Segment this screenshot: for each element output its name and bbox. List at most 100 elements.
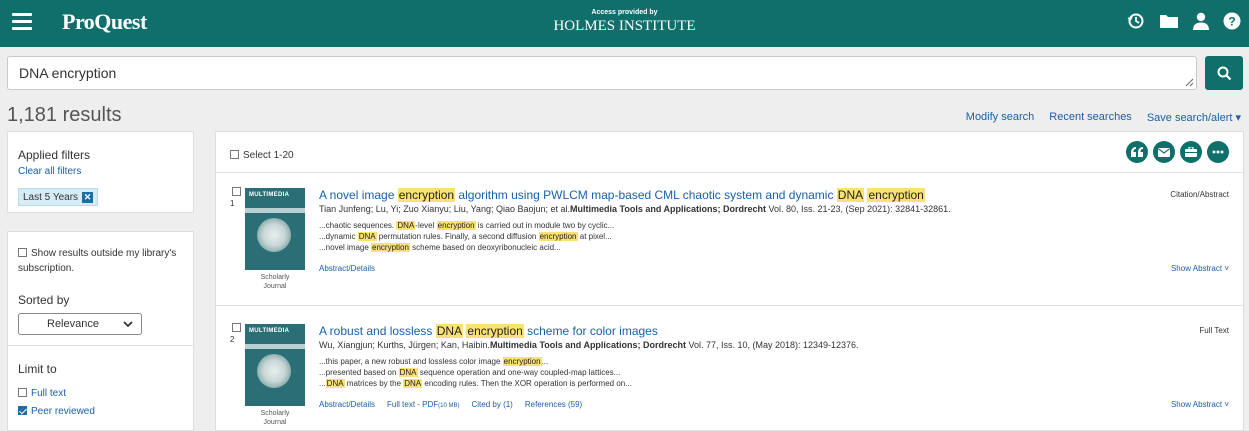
result-checkbox[interactable] [232,187,241,196]
show-abstract-link[interactable]: Show Abstract ˅ [1171,400,1229,409]
doc-type-b: Journal [263,419,287,426]
doc-type: Scholarly Journal [245,273,305,291]
result-snippets: ...this paper, a new robust and lossless… [319,356,632,389]
title-part: algorithm using PWLCM map-based CML chao… [455,188,837,202]
svg-text:?: ? [1228,15,1235,29]
filter-chip-label: Last 5 Years [23,191,79,203]
top-bar: ProQuest Access provided by HOLMES INSTI… [0,0,1249,47]
snippet-text: scheme based on deoxyribonucleic acid... [409,243,561,252]
references-link[interactable]: References (59) [525,400,582,409]
limit-peer-label: Peer reviewed [31,406,95,417]
snippet: ...this paper, a new robust and lossless… [319,356,632,367]
snippet-text: permutation rules. Finally, a second dif… [376,232,539,241]
history-icon[interactable] [1127,12,1145,30]
sidebar-divider [8,345,193,346]
save-button[interactable] [1180,141,1202,163]
snippet-text: ... [319,379,326,388]
result-links: Abstract/Details [319,264,375,273]
snippet-text: sequence operation and one-way coupled-m… [417,368,621,377]
snippet: ...DNA matrices by the DNA encoding rule… [319,378,632,389]
journal-cover[interactable]: MULTIMEDIA [245,324,305,406]
snippet-highlight: DNA [357,232,377,241]
full-text-pdf-link[interactable]: Full text - PDF(10 MB) [387,400,459,409]
help-icon[interactable]: ? [1223,12,1241,30]
snippet-text: is carried out in module two by cyclic..… [475,221,615,230]
email-icon [1158,147,1170,157]
result-title-link[interactable]: A novel image encryption algorithm using… [319,188,925,202]
full-text-checkbox[interactable] [18,388,27,397]
peer-reviewed-checkbox[interactable] [18,406,27,415]
doc-type: Scholarly Journal [245,409,305,427]
snippet-highlight: DNA [396,221,416,230]
briefcase-icon [1185,147,1197,157]
snippet-text: encoding rules. Then the XOR operation i… [422,379,632,388]
save-search-link[interactable]: Save search/alert ▾ [1147,111,1241,124]
show-abstract-link[interactable]: Show Abstract ˅ [1171,264,1229,273]
select-all[interactable]: Select 1-20 [230,150,294,161]
folder-icon[interactable] [1159,13,1179,29]
snippet-text: ...presented based on [319,368,399,377]
cover-art [257,218,291,252]
search-input[interactable]: DNA encryption [7,56,1197,90]
limit-to-label: Limit to [18,362,57,376]
authors: Wu, Xiangjun; Kurths, Jürgen; Kan, Haibi… [319,340,490,350]
snippet-highlight: encryption [502,357,542,366]
search-button[interactable] [1205,56,1243,90]
result-checkbox[interactable] [232,323,241,332]
result-title-link[interactable]: A robust and lossless DNA encryption sch… [319,324,658,338]
snippet: ...chaotic sequences. DNA-level encrypti… [319,220,614,231]
access-badge: Citation/Abstract [1170,190,1229,199]
cite-button[interactable] [1126,141,1148,163]
snippet: ...novel image encryption scheme based o… [319,242,614,253]
sort-select[interactable]: Relevance [18,313,142,335]
institution-name: HOLMES INSTITUTE [553,18,696,34]
snippet-text: at pixel... [577,232,612,241]
title-highlight: DNA [836,188,865,202]
limit-full-text-option[interactable]: Full text [18,388,66,399]
abstract-details-link[interactable]: Abstract/Details [319,264,375,273]
show-outside-label: Show results outside my library's subscr… [18,248,177,274]
filter-chip[interactable]: Last 5 Years ✕ [18,188,99,206]
title-highlight: DNA [435,324,464,338]
snippet-highlight: encryption [436,221,476,230]
more-icon [1212,150,1224,154]
select-all-checkbox[interactable] [230,150,239,159]
result-number: 1 [230,199,235,208]
source: Multimedia Tools and Applications; Dordr… [489,340,686,350]
snippet-text: matrices by the [344,379,404,388]
results-header-divider [216,172,1243,173]
cited-by-link[interactable]: Cited by (1) [472,400,513,409]
snippet: ...dynamic DNA permutation rules. Finall… [319,231,614,242]
cover-art [257,354,291,388]
access-banner: Access provided by HOLMES INSTITUTE [0,8,1249,35]
search-actions: Modify search Recent searches Save searc… [966,111,1241,124]
show-outside-checkbox[interactable] [18,248,27,257]
resize-handle-icon[interactable] [1185,78,1194,87]
modify-search-link[interactable]: Modify search [966,111,1034,124]
result-snippets: ...chaotic sequences. DNA-level encrypti… [319,220,614,253]
source: Multimedia Tools and Applications; Dordr… [570,204,767,214]
snippet: ...presented based on DNA sequence opera… [319,367,632,378]
chevron-down-icon [123,321,133,328]
email-button[interactable] [1153,141,1175,163]
quote-icon [1131,147,1143,157]
abstract-details-link[interactable]: Abstract/Details [319,400,375,409]
snippet-highlight: DNA [325,379,345,388]
show-outside-option[interactable]: Show results outside my library's subscr… [18,246,188,276]
cover-title: MULTIMEDIA [249,192,290,198]
cover-band [245,344,305,349]
more-button[interactable] [1207,141,1229,163]
recent-searches-link[interactable]: Recent searches [1049,111,1132,124]
sidebar-panel: Show results outside my library's subscr… [7,231,194,431]
journal-cover[interactable]: MULTIMEDIA [245,188,305,270]
snippet-highlight: encryption [538,232,578,241]
limit-peer-reviewed-option[interactable]: Peer reviewed [18,406,95,417]
title-part: A novel image [319,188,398,202]
remove-filter-icon[interactable]: ✕ [82,191,94,203]
user-icon[interactable] [1193,12,1209,30]
snippet-highlight: DNA [398,368,418,377]
search-row: DNA encryption [7,56,1243,90]
result-number: 2 [230,335,235,344]
snippet-highlight: DNA [403,379,423,388]
clear-filters-link[interactable]: Clear all filters [18,166,81,177]
